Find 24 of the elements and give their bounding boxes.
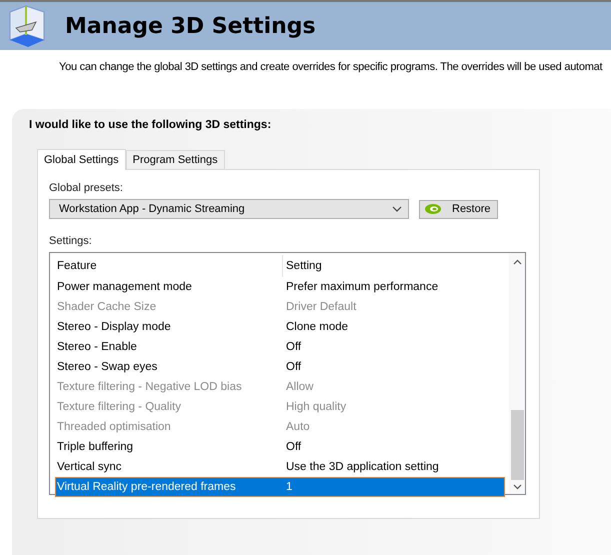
chevron-down-icon — [392, 206, 402, 212]
page-title: Manage 3D Settings — [65, 14, 316, 38]
section-heading: I would like to use the following 3D settings: — [29, 119, 272, 131]
setting-row[interactable]: Stereo - Swap eyes Off — [55, 357, 505, 377]
setting-row[interactable]: Power management mode Prefer maximum performance — [55, 277, 505, 297]
setting-row[interactable]: Stereo - Enable Off — [55, 337, 505, 357]
eye-logo-icon — [424, 203, 442, 215]
presets-label: Global presets: — [49, 182, 124, 194]
column-header[interactable]: Feature — [55, 255, 283, 277]
setting-row[interactable]: Vertical sync Use the 3D application setting — [55, 457, 505, 477]
restore-button[interactable]: Restore — [419, 200, 498, 218]
presets-dropdown[interactable]: Workstation App - Dynamic Streaming — [49, 199, 409, 219]
column-header[interactable]: Setting — [283, 260, 505, 272]
setting-row[interactable]: Stereo - Display mode Clone mode — [55, 317, 505, 337]
scrollbar[interactable] — [509, 253, 525, 494]
settings-label: Settings: — [49, 235, 93, 247]
scroll-down-icon[interactable] — [512, 484, 522, 490]
description-text: You can change the global 3D settings and create overrides for specific programs. The overrides will be used automat — [58, 60, 604, 75]
scroll-up-icon[interactable] — [512, 259, 522, 265]
scrollbar-thumb[interactable] — [510, 410, 524, 480]
setting-row[interactable]: Triple buffering Off — [55, 437, 505, 457]
tab[interactable]: Global Settings — [37, 149, 126, 170]
setting-row[interactable]: Virtual Reality pre-rendered frames 1 — [55, 477, 505, 497]
tab[interactable]: Program Settings — [126, 150, 225, 169]
